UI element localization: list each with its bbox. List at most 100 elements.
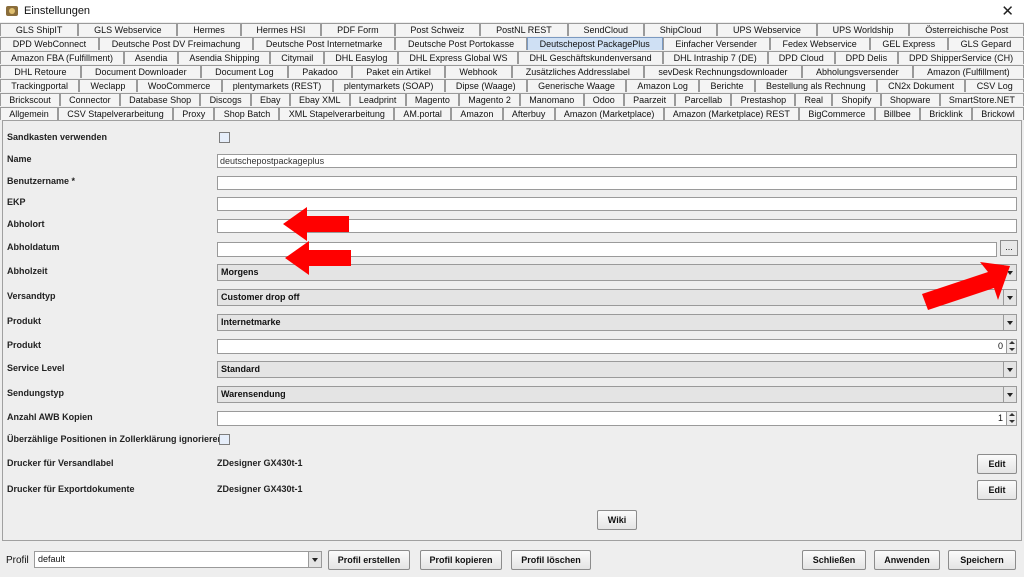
tab-item[interactable]: Einfacher Versender — [662, 37, 770, 50]
save-button[interactable]: Speichern — [948, 550, 1016, 570]
tab-item[interactable]: Deutsche Post DV Freimachung — [98, 37, 254, 50]
spinner-arrows-icon[interactable] — [1006, 412, 1016, 425]
chevron-down-icon[interactable] — [1003, 315, 1016, 330]
tab-item[interactable]: Bricklink — [920, 107, 973, 120]
shipping-type-select[interactable]: Customer drop off — [217, 289, 1017, 306]
tab-item[interactable]: Ebay XML — [289, 93, 350, 106]
tab-item[interactable]: Shop Batch — [214, 107, 280, 120]
tab-item[interactable]: Zusätzliches Addresslabel — [511, 65, 645, 78]
tab-item[interactable]: Deutschepost PackagePlus — [526, 37, 663, 50]
tab-item[interactable]: XML Stapelverarbeitung — [279, 107, 395, 120]
tab-item[interactable]: plentymarkets (REST) — [221, 79, 333, 92]
tab-item[interactable]: Leadprint — [349, 93, 406, 106]
tab-item[interactable]: CN2x Dokument — [876, 79, 966, 92]
tab-item[interactable]: CSV Log — [965, 79, 1024, 92]
tab-item[interactable]: Discogs — [200, 93, 251, 106]
tab-item[interactable]: Real — [795, 93, 833, 106]
tab-item[interactable]: DHL Retoure — [0, 65, 81, 78]
tab-item[interactable]: DPD Cloud — [767, 51, 835, 64]
tab-item[interactable]: DHL Express Global WS — [398, 51, 519, 64]
tab-item[interactable]: Deutsche Post Internetmarke — [253, 37, 396, 50]
spinner-arrows-icon[interactable] — [1006, 340, 1016, 353]
copy-profile-button[interactable]: Profil kopieren — [420, 550, 502, 570]
tab-item[interactable]: BigCommerce — [799, 107, 875, 120]
tab-item[interactable]: Hermes — [177, 23, 241, 36]
tab-item[interactable]: sevDesk Rechnungsdownloader — [644, 65, 802, 78]
tab-item[interactable]: GLS Gepard — [947, 37, 1024, 50]
tab-item[interactable]: Deutsche Post Portokasse — [395, 37, 527, 50]
tab-item[interactable]: Proxy — [173, 107, 215, 120]
tab-item[interactable]: PostNL REST — [480, 23, 568, 36]
apply-button[interactable]: Anwenden — [874, 550, 940, 570]
tab-item[interactable]: Amazon (Fulfillment) — [912, 65, 1024, 78]
tab-item[interactable]: Trackingportal — [0, 79, 80, 92]
tab-item[interactable]: DHL Intraship 7 (DE) — [662, 51, 768, 64]
tab-item[interactable]: DPD WebConnect — [0, 37, 99, 50]
sandbox-checkbox[interactable] — [219, 132, 230, 143]
tab-item[interactable]: WooCommerce — [136, 79, 222, 92]
tab-item[interactable]: GLS ShipIT — [0, 23, 79, 36]
tab-item[interactable]: GLS Webservice — [78, 23, 178, 36]
tab-item[interactable]: Database Shop — [119, 93, 201, 106]
tab-item[interactable]: Connector — [59, 93, 120, 106]
tab-item[interactable]: Paarzeit — [623, 93, 676, 106]
tab-item[interactable]: Brickowl — [972, 107, 1024, 120]
tab-item[interactable]: Paket ein Artikel — [352, 65, 446, 78]
tab-item[interactable]: Asendia — [123, 51, 179, 64]
tab-item[interactable]: Parcellab — [675, 93, 732, 106]
username-input[interactable] — [217, 176, 1017, 190]
wiki-button[interactable]: Wiki — [597, 510, 637, 530]
tab-item[interactable]: DHL Geschäftskundenversand — [518, 51, 663, 64]
tab-item[interactable]: Generische Waage — [526, 79, 627, 92]
tab-item[interactable]: Amazon FBA (Fulfillment) — [0, 51, 124, 64]
chevron-down-icon[interactable] — [308, 552, 321, 567]
tab-item[interactable]: Amazon — [451, 107, 503, 120]
tab-item[interactable]: Weclapp — [79, 79, 137, 92]
edit-printer-export-button[interactable]: Edit — [977, 480, 1017, 500]
consignment-type-select[interactable]: Warensendung — [217, 386, 1017, 403]
tab-item[interactable]: Manomano — [520, 93, 584, 106]
tab-item[interactable]: Afterbuy — [502, 107, 555, 120]
close-button[interactable]: Schließen — [802, 550, 866, 570]
edit-printer-label-button[interactable]: Edit — [977, 454, 1017, 474]
tab-item[interactable]: DPD ShipperService (CH) — [898, 51, 1024, 64]
product-qty-spinner[interactable]: 0 — [217, 339, 1017, 354]
tab-item[interactable]: SmartStore.NET — [939, 93, 1024, 106]
ignore-customs-checkbox[interactable] — [219, 434, 230, 445]
tab-item[interactable]: Brickscout — [0, 93, 60, 106]
tab-item[interactable]: Document Log — [200, 65, 288, 78]
tab-item[interactable]: Abholungsversender — [801, 65, 913, 78]
tab-item[interactable]: DPD Delis — [834, 51, 899, 64]
tab-item[interactable]: Document Downloader — [80, 65, 201, 78]
service-level-select[interactable]: Standard — [217, 361, 1017, 378]
tab-item[interactable]: Magento 2 — [459, 93, 521, 106]
tab-item[interactable]: Hermes HSI — [240, 23, 322, 36]
product-select[interactable]: Internetmarke — [217, 314, 1017, 331]
tab-item[interactable]: UPS Worldship — [816, 23, 910, 36]
chevron-down-icon[interactable] — [1003, 387, 1016, 402]
tab-item[interactable]: Citymail — [270, 51, 325, 64]
tab-item[interactable]: Pakadoo — [287, 65, 353, 78]
tab-item[interactable]: Post Schweiz — [394, 23, 481, 36]
tab-item[interactable]: Webhook — [445, 65, 512, 78]
create-profile-button[interactable]: Profil erstellen — [328, 550, 410, 570]
tab-item[interactable]: Shopify — [832, 93, 881, 106]
tab-item[interactable]: plentymarkets (SOAP) — [332, 79, 445, 92]
tab-item[interactable]: SendCloud — [567, 23, 644, 36]
delete-profile-button[interactable]: Profil löschen — [511, 550, 591, 570]
tab-item[interactable]: Berichte — [699, 79, 755, 92]
tab-item[interactable]: Magento — [405, 93, 460, 106]
tab-item[interactable]: ShipCloud — [643, 23, 718, 36]
awb-copies-spinner[interactable]: 1 — [217, 411, 1017, 426]
tab-item[interactable]: DHL Easylog — [324, 51, 399, 64]
tab-item[interactable]: PDF Form — [321, 23, 395, 36]
tab-item[interactable]: Asendia Shipping — [178, 51, 271, 64]
tab-item[interactable]: Allgemein — [0, 107, 58, 120]
profile-select[interactable]: default — [34, 551, 322, 568]
name-input[interactable]: deutschepostpackageplus — [217, 154, 1017, 168]
tab-item[interactable]: AM.portal — [394, 107, 452, 120]
tab-item[interactable]: Prestashop — [731, 93, 796, 106]
tab-item[interactable]: Odoo — [583, 93, 624, 106]
tab-item[interactable]: Billbee — [874, 107, 921, 120]
tab-item[interactable]: Amazon Log — [626, 79, 700, 92]
